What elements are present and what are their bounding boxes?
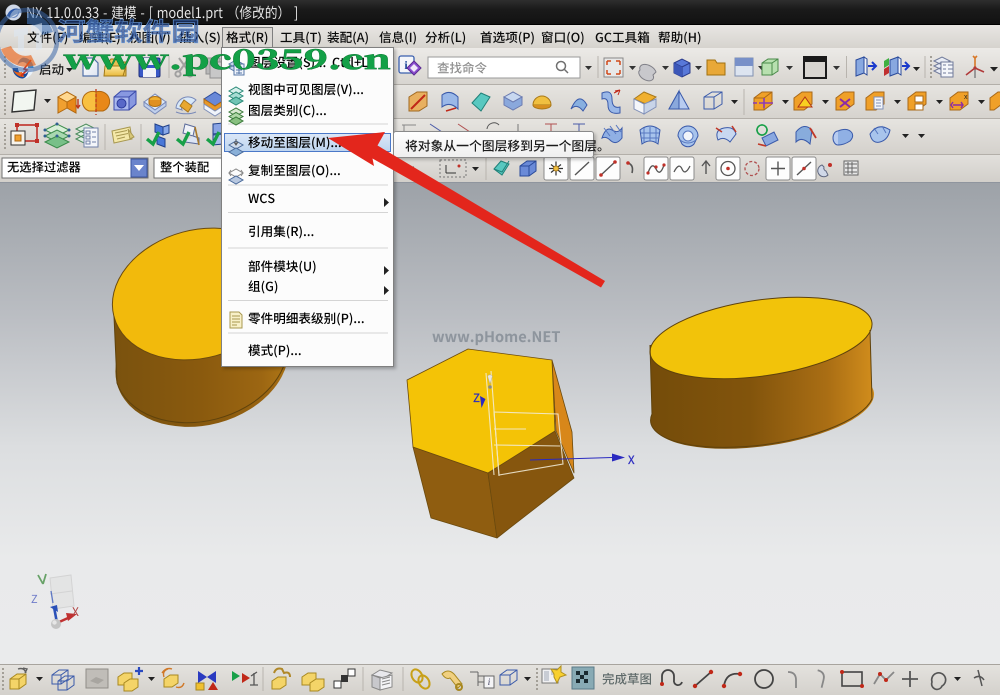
svg-text:x: x	[964, 94, 968, 101]
